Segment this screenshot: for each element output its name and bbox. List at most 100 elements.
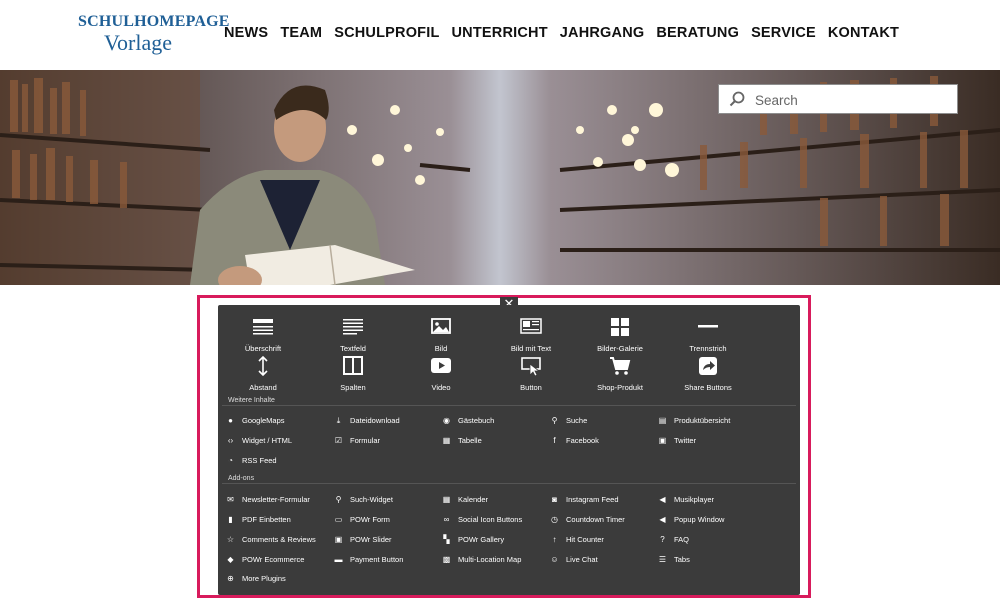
volume-icon: ◀ (659, 495, 666, 504)
addon-countdown[interactable]: ◷ Countdown Timer (550, 515, 625, 524)
addon-powr-form[interactable]: ▭ POWr Form (334, 515, 390, 524)
section-divider (222, 405, 796, 406)
nav-beratung[interactable]: BERATUNG (656, 25, 739, 41)
share-icon (699, 357, 717, 375)
widget-label: Button (520, 383, 542, 392)
item-widget-html[interactable]: ‹› Widget / HTML (226, 436, 292, 445)
widget-label: Bild (434, 344, 448, 353)
addon-pdf[interactable]: ▮ PDF Einbetten (226, 515, 290, 524)
map-marker-icon: ● (228, 416, 233, 425)
addon-ecommerce[interactable]: ◆ POWr Ecommerce (226, 555, 304, 564)
search-box[interactable] (718, 84, 958, 114)
addon-tabs[interactable]: ☰ Tabs (658, 555, 690, 564)
item-formular[interactable]: ☑ Formular (334, 436, 380, 445)
image-icon (431, 318, 451, 334)
clock-icon: ◷ (551, 515, 558, 524)
item-twitter[interactable]: ▣ Twitter (658, 436, 696, 445)
widget-image-text[interactable]: Bild mit Text (486, 317, 576, 353)
addon-kalender[interactable]: ▦ Kalender (442, 495, 488, 504)
item-tabelle[interactable]: ▦ Tabelle (442, 436, 482, 445)
item-gaestebuch[interactable]: ◉ Gästebuch (442, 416, 494, 425)
download-icon: ⤓ (336, 415, 341, 425)
widget-video[interactable]: Video (396, 356, 486, 392)
nav-schulprofil[interactable]: SCHULPROFIL (334, 25, 439, 41)
item-googlemaps[interactable]: ● GoogleMaps (226, 416, 284, 425)
search-input[interactable] (753, 89, 952, 111)
link-icon: ∞ (443, 515, 450, 524)
addon-popup[interactable]: ◀ Popup Window (658, 515, 724, 524)
widget-label: Bild mit Text (510, 344, 552, 353)
nav-service[interactable]: SERVICE (751, 25, 816, 41)
item-dateidownload[interactable]: ⤓ Dateidownload (334, 415, 400, 426)
widget-divider[interactable]: Trennstrich (663, 317, 753, 353)
logo-line-2: Vorlage (104, 30, 173, 55)
widget-share-buttons[interactable]: Share Buttons (663, 356, 753, 392)
nav-jahrgang[interactable]: JAHRGANG (560, 25, 645, 41)
widget-label: Video (431, 383, 451, 392)
star-icon: ☆ (226, 535, 235, 544)
envelope-icon: ✉ (227, 495, 234, 504)
list-icon: ☰ (658, 555, 667, 564)
question-icon: ? (660, 535, 665, 544)
widget-label: Spalten (340, 383, 366, 392)
addon-such-widget[interactable]: ⚲ Such-Widget (334, 495, 393, 504)
divider-icon (698, 325, 718, 328)
spacing-icon (258, 355, 268, 377)
nav-kontakt[interactable]: KONTAKT (828, 25, 899, 41)
image-icon: ▣ (334, 535, 343, 544)
nav-team[interactable]: TEAM (280, 25, 322, 41)
site-logo[interactable]: SCHULHOMEPAGE Vorlage (78, 14, 230, 54)
widget-textfield[interactable]: Textfeld (308, 317, 398, 353)
addon-instagram[interactable]: ◙ Instagram Feed (550, 495, 618, 504)
nav-news[interactable]: NEWS (224, 25, 268, 41)
section-title-addons: Add-ons (228, 475, 255, 482)
widget-label: Shop-Produkt (597, 383, 643, 392)
widget-spacing[interactable]: Abstand (218, 355, 308, 392)
search-icon (729, 91, 745, 107)
addon-more-plugins[interactable]: ⊕ More Plugins (226, 574, 286, 583)
addon-live-chat[interactable]: ☺ Live Chat (550, 555, 597, 564)
twitter-icon: ▣ (658, 436, 667, 445)
calendar-icon: ▦ (442, 495, 451, 504)
widget-heading[interactable]: Überschrift (218, 317, 308, 353)
map-icon: ▩ (442, 555, 451, 564)
addon-social-icons[interactable]: ∞ Social Icon Buttons (442, 515, 523, 524)
addon-powr-slider[interactable]: ▣ POWr Slider (334, 535, 392, 544)
gallery-icon (611, 318, 629, 336)
instagram-icon: ◙ (552, 495, 557, 504)
addon-faq[interactable]: ? FAQ (658, 535, 689, 544)
item-facebook[interactable]: f Facebook (550, 436, 599, 445)
checkbox-icon: ☑ (334, 436, 343, 445)
image-text-icon (520, 318, 542, 334)
nav-unterricht[interactable]: UNTERRICHT (452, 25, 548, 41)
widget-shop-product[interactable]: Shop-Produkt (575, 356, 665, 392)
widget-gallery[interactable]: Bilder-Galerie (575, 317, 665, 353)
item-produktuebersicht[interactable]: ▤ Produktübersicht (658, 416, 731, 425)
widget-columns[interactable]: Spalten (308, 356, 398, 392)
file-icon: ▮ (228, 515, 233, 524)
comment-icon: ◉ (443, 416, 450, 425)
addon-powr-gallery[interactable]: ▚ POWr Gallery (442, 535, 504, 544)
widget-panel: Überschrift Textfeld Bild Bild mit Text … (218, 305, 800, 595)
search-icon: ⚲ (335, 495, 342, 504)
widget-label: Abstand (249, 383, 277, 392)
addon-musikplayer[interactable]: ◀ Musikplayer (658, 495, 714, 504)
site-header: SCHULHOMEPAGE Vorlage NEWS TEAM SCHULPRO… (0, 0, 1000, 70)
addon-comments[interactable]: ☆ Comments & Reviews (226, 535, 316, 544)
logo-line-1: SCHULHOMEPAGE (78, 13, 230, 30)
item-rss-feed[interactable]: ◔ RSS Feed (226, 456, 277, 465)
main-nav: NEWS TEAM SCHULPROFIL UNTERRICHT JAHRGAN… (224, 25, 911, 41)
addon-newsletter[interactable]: ✉ Newsletter-Formular (226, 495, 310, 504)
form-icon: ▭ (334, 515, 343, 524)
addon-multi-location[interactable]: ▩ Multi-Location Map (442, 555, 522, 564)
tag-icon: ◆ (227, 555, 234, 564)
credit-card-icon: ▬ (334, 555, 343, 564)
addon-payment[interactable]: ▬ Payment Button (334, 555, 404, 564)
addon-hit-counter[interactable]: ↑ Hit Counter (550, 535, 604, 544)
item-suche[interactable]: ⚲ Suche (550, 416, 588, 425)
heading-icon (253, 319, 273, 335)
rss-icon: ◔ (228, 456, 233, 465)
widget-button[interactable]: Button (486, 356, 576, 392)
widget-image[interactable]: Bild (396, 317, 486, 353)
columns-icon (343, 356, 363, 375)
